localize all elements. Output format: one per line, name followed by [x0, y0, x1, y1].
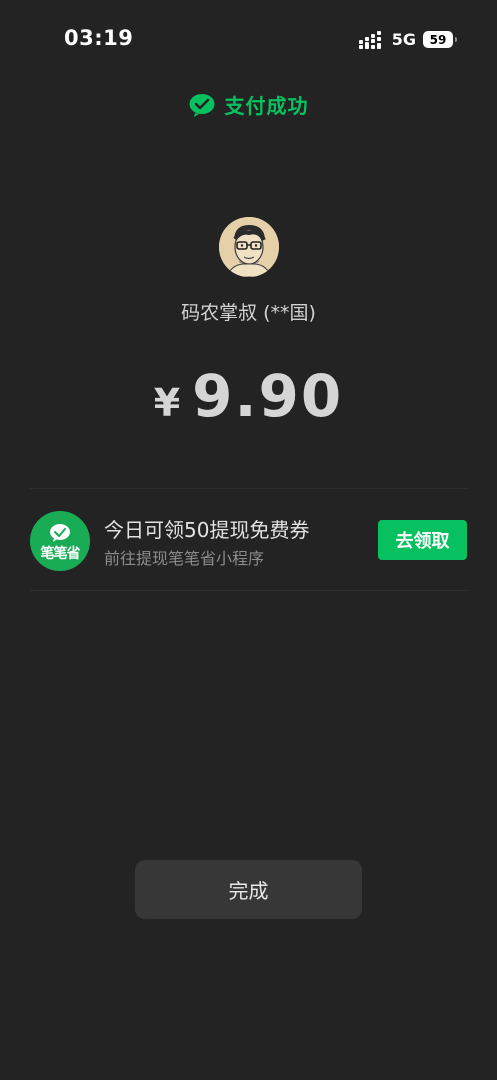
status-time: 03:19: [64, 26, 134, 50]
battery-icon: 59: [423, 31, 457, 48]
success-header: 支付成功: [0, 90, 497, 119]
divider-bottom: [30, 590, 467, 591]
battery-level: 59: [429, 32, 447, 47]
promo-title: 今日可领50提现免费券: [104, 518, 310, 542]
status-bar-right: 5G 59: [358, 30, 457, 49]
promo-subtitle: 前往提现笔笔省小程序: [104, 549, 265, 568]
payment-success-screen: 03:19 5G 59 支付成功 码农掌叔 (**国) ¥ 9.90 笔笔省 今…: [0, 0, 497, 1080]
payee-avatar: [219, 217, 279, 277]
currency-symbol: ¥: [153, 381, 181, 425]
avatar-illustration: [219, 217, 279, 277]
claim-button[interactable]: 去领取: [378, 520, 467, 560]
bibisheng-logo[interactable]: 笔笔省: [30, 511, 90, 571]
bibisheng-logo-text: 笔笔省: [40, 546, 81, 562]
payment-amount: ¥ 9.90: [0, 362, 497, 430]
wechat-pay-icon: [189, 93, 214, 117]
done-button[interactable]: 完成: [135, 860, 362, 919]
payee-name: 码农掌叔 (**国): [181, 302, 316, 324]
amount-value: 9.90: [192, 362, 344, 430]
success-title: 支付成功: [224, 94, 309, 118]
divider-top: [30, 488, 467, 489]
signal-icon: [358, 30, 381, 49]
network-type: 5G: [391, 30, 416, 49]
